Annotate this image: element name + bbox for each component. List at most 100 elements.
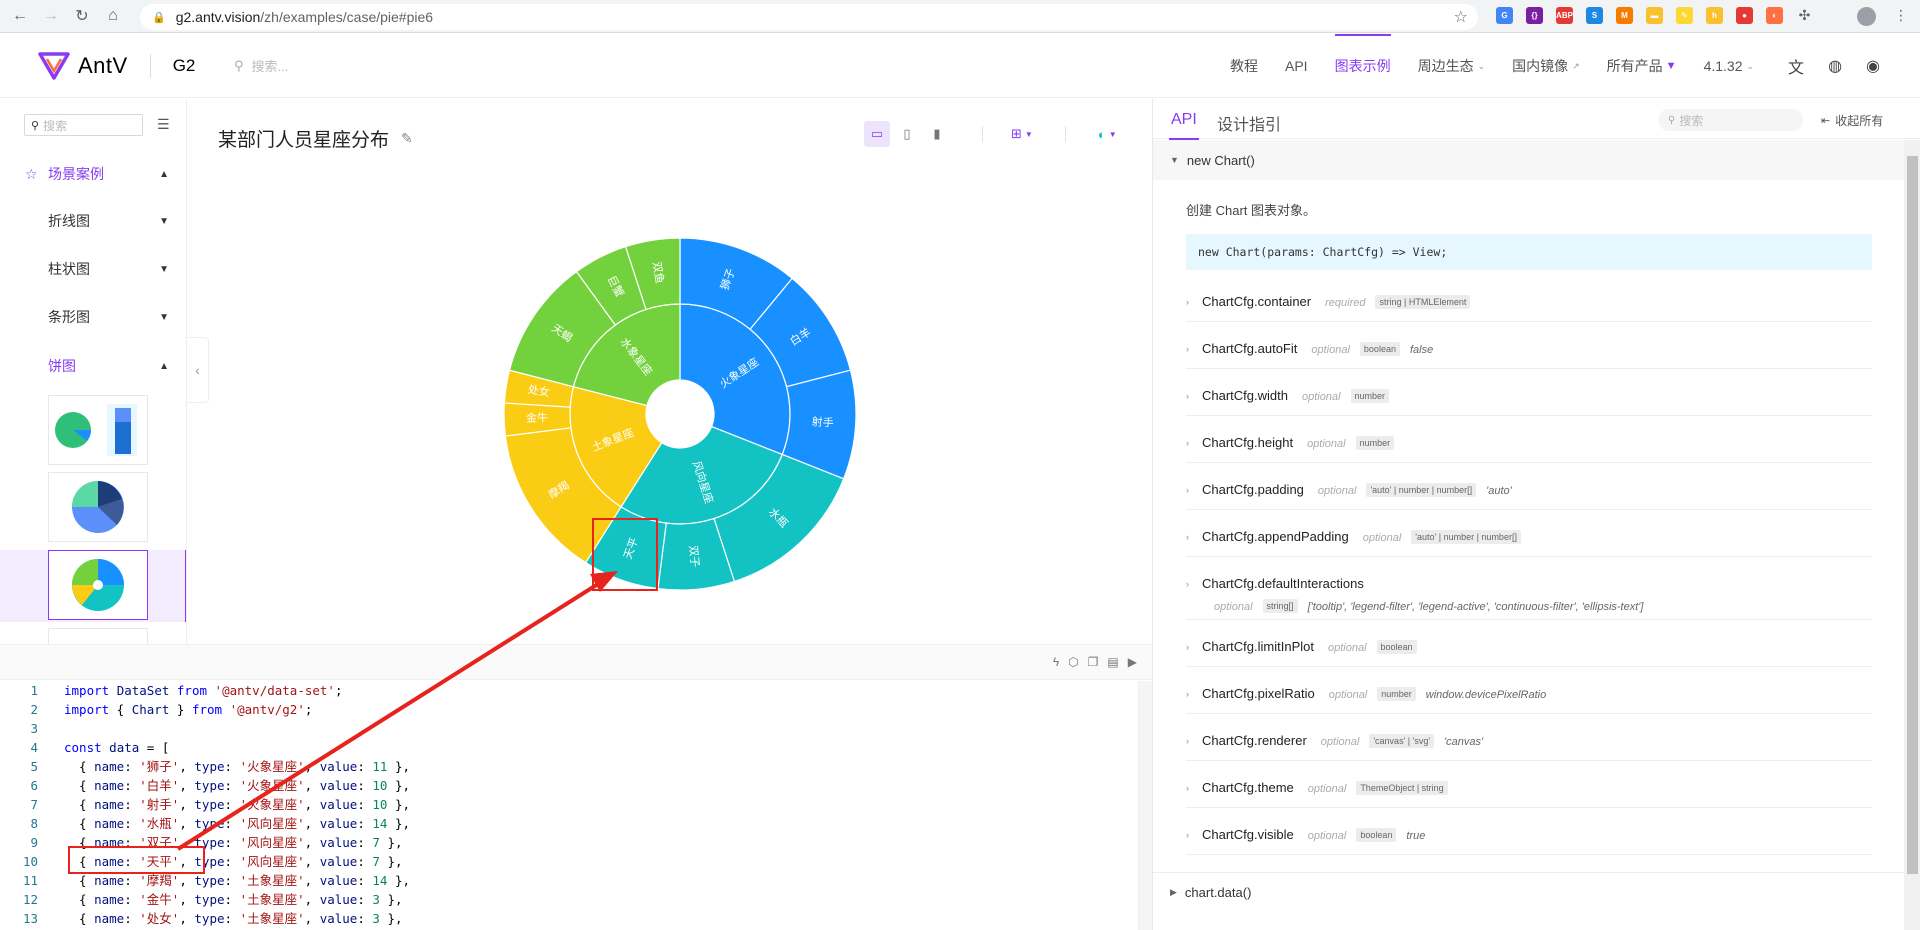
api-param-row[interactable]: › ChartCfg.padding optional 'auto' | number… (1186, 471, 1872, 510)
sidebar-search-input[interactable]: ⚲ 搜索 (24, 114, 143, 136)
codesandbox-icon[interactable]: ⬡ (1068, 655, 1078, 669)
url-path: /zh/examples/case/pie#pie6 (260, 9, 434, 25)
example-thumb-1[interactable] (48, 395, 148, 465)
code-text: import DataSet from '@antv/data-set'; (64, 683, 343, 698)
top-nav-item-1[interactable]: API (1285, 34, 1308, 98)
chevron-right-icon: › (1186, 689, 1189, 699)
pen-ext-icon[interactable]: ✎ (1676, 7, 1693, 24)
top-nav-item-3[interactable]: 周边生态 ⌄ (1418, 34, 1486, 98)
api-param-row[interactable]: › ChartCfg.appendPadding optional 'auto' | … (1186, 518, 1872, 557)
copy-icon[interactable]: ❐ (1088, 655, 1099, 669)
external-link-icon: ↗ (1572, 60, 1580, 71)
reset-icon[interactable]: ▤ (1107, 655, 1118, 669)
param-type: boolean (1376, 640, 1417, 654)
line-number: 5 (30, 759, 38, 774)
tablet-view-icon[interactable]: ▯ (894, 121, 920, 147)
top-nav-items: 教程 API 图表示例 周边生态 ⌄ 国内镜像 ↗ 所有产品 ▼ 4.1.32 ⌄ (1230, 34, 1788, 98)
brand-name: AntV (78, 53, 128, 78)
top-nav-item-0[interactable]: 教程 (1230, 34, 1258, 98)
menu-icon[interactable]: ⋮ (1894, 7, 1908, 24)
api-param-row[interactable]: › ChartCfg.theme optional ThemeObject | str… (1186, 769, 1872, 808)
chevron-right-icon: › (1186, 344, 1189, 354)
tab-ext-icon[interactable]: ▬ (1646, 7, 1663, 24)
adblock-ext-icon[interactable]: ABP (1556, 7, 1573, 24)
api-section-chart-data[interactable]: ▶ chart.data() (1153, 872, 1904, 912)
chart-ext-icon[interactable]: ◐ (1766, 7, 1783, 24)
code-scrollbar[interactable] (1138, 681, 1152, 930)
chevron-right-icon: › (1186, 485, 1189, 495)
json-ext-icon[interactable]: {} (1526, 7, 1543, 24)
param-name: ChartCfg.pixelRatio optional number window.… (1202, 686, 1546, 701)
search-icon: ⚲ (1668, 114, 1676, 126)
api-param-row[interactable]: › ChartCfg.container required string | HTML… (1186, 283, 1872, 322)
api-param-row[interactable]: › ChartCfg.autoFit optional boolean false (1186, 330, 1872, 369)
api-param-row[interactable]: › ChartCfg.limitInPlot optional boolean (1186, 628, 1872, 667)
api-param-row[interactable]: › ChartCfg.renderer optional 'canvas' | 'sv… (1186, 722, 1872, 761)
sidebar-item-root[interactable]: ☆ 场景案例 ▲ (0, 154, 186, 194)
dice-ext-icon[interactable]: ● (1736, 7, 1753, 24)
theme-dropdown[interactable]: ◐ ▼ (1098, 127, 1117, 142)
collapse-all-button[interactable]: ⇤ 收起所有 (1821, 112, 1883, 129)
chevron-right-icon: › (1186, 438, 1189, 448)
tab-design-guide[interactable]: 设计指引 (1217, 111, 1281, 135)
bookmark-star-icon[interactable]: ☆ (1454, 7, 1468, 27)
chevron-right-icon: › (1186, 830, 1189, 840)
thumb-preview-icon (72, 481, 124, 533)
wechat-icon[interactable]: ◍ (1828, 56, 1842, 76)
mobile-view-icon[interactable]: ▮ (924, 121, 950, 147)
api-param-row[interactable]: › ChartCfg.defaultInteractions optional str… (1186, 565, 1872, 620)
sidebar-item-bar[interactable]: 条形图 ▼ (0, 297, 186, 337)
api-param-row[interactable]: › ChartCfg.height optional number (1186, 424, 1872, 463)
toolbar-divider (982, 126, 983, 142)
example-thumb-2[interactable] (48, 472, 148, 542)
top-nav-label: 4.1.32 (1703, 58, 1743, 74)
tab-api[interactable]: API (1169, 111, 1199, 140)
api-param-row[interactable]: › ChartCfg.width optional number (1186, 377, 1872, 416)
translate-ext-icon[interactable]: G (1496, 7, 1513, 24)
api-section-header[interactable]: ▼ new Chart() (1153, 140, 1904, 180)
top-nav-item-4[interactable]: 国内镜像 ↗ (1512, 34, 1580, 98)
api-search-input[interactable]: ⚲ 搜索 (1658, 109, 1803, 131)
sidebar-item-line[interactable]: 折线图 ▼ (0, 201, 186, 241)
sidebar-collapse-handle[interactable]: ‹ (187, 337, 209, 403)
address-bar[interactable]: 🔒 g2.antv.vision/zh/examples/case/pie#pi… (140, 4, 1478, 30)
api-scroll-thumb[interactable] (1907, 156, 1918, 874)
top-nav-item-2[interactable]: 图表示例 (1334, 34, 1391, 98)
outer-slice-label: 双子 (686, 545, 701, 568)
code-ext-icon[interactable]: h (1706, 7, 1723, 24)
code-editor[interactable]: 1 import DataSet from '@antv/data-set'; 2 i… (0, 681, 1140, 930)
chevron-right-icon: › (1186, 642, 1189, 652)
logo[interactable]: AntV G2 (38, 51, 195, 81)
api-param-row[interactable]: › ChartCfg.pixelRatio optional number window… (1186, 675, 1872, 714)
github-icon[interactable]: ◉ (1866, 56, 1880, 76)
param-name: ChartCfg.appendPadding optional 'auto' | n… (1202, 529, 1521, 544)
chevron-down-icon: ▼ (1108, 129, 1117, 139)
top-nav-item-5[interactable]: 所有产品 ▼ (1607, 34, 1677, 98)
profile-avatar[interactable] (1857, 7, 1876, 26)
top-nav-label: 图表示例 (1334, 58, 1391, 74)
sidebar-item-column[interactable]: 柱状图 ▼ (0, 249, 186, 289)
code-text: const data = [ (64, 740, 170, 755)
example-thumb-4[interactable] (48, 628, 148, 644)
reload-icon[interactable]: ↻ (71, 5, 93, 27)
play-icon[interactable]: ▶ (1128, 655, 1137, 669)
back-icon[interactable]: ← (9, 5, 31, 27)
screenshot-ext-icon[interactable]: S (1586, 7, 1603, 24)
home-icon[interactable]: ⌂ (102, 5, 124, 27)
extensions-puzzle-icon[interactable]: ✣ (1796, 7, 1813, 24)
menu-fold-icon[interactable]: ☰ (157, 116, 170, 133)
api-param-row[interactable]: › ChartCfg.visible optional boolean true (1186, 816, 1872, 855)
edit-icon[interactable]: ✎ (401, 130, 413, 147)
chevron-down-icon: ▼ (1024, 129, 1033, 139)
sidebar-item-pie[interactable]: 饼图 ▲ (0, 346, 186, 386)
metamask-ext-icon[interactable]: M (1616, 7, 1633, 24)
layout-dropdown[interactable]: ⊞ ▼ (1011, 126, 1033, 142)
chevron-down-icon: ▼ (159, 263, 169, 275)
language-icon[interactable]: 文 (1788, 54, 1804, 78)
top-nav-item-6[interactable]: 4.1.32 ⌄ (1704, 34, 1754, 98)
site-search[interactable]: ⚲ 搜索... (234, 56, 288, 75)
desktop-view-icon[interactable]: ▭ (864, 121, 890, 147)
lightning-icon[interactable]: ϟ (1053, 655, 1059, 669)
example-thumb-3-selected[interactable] (48, 550, 148, 620)
forward-icon[interactable]: → (40, 5, 62, 27)
